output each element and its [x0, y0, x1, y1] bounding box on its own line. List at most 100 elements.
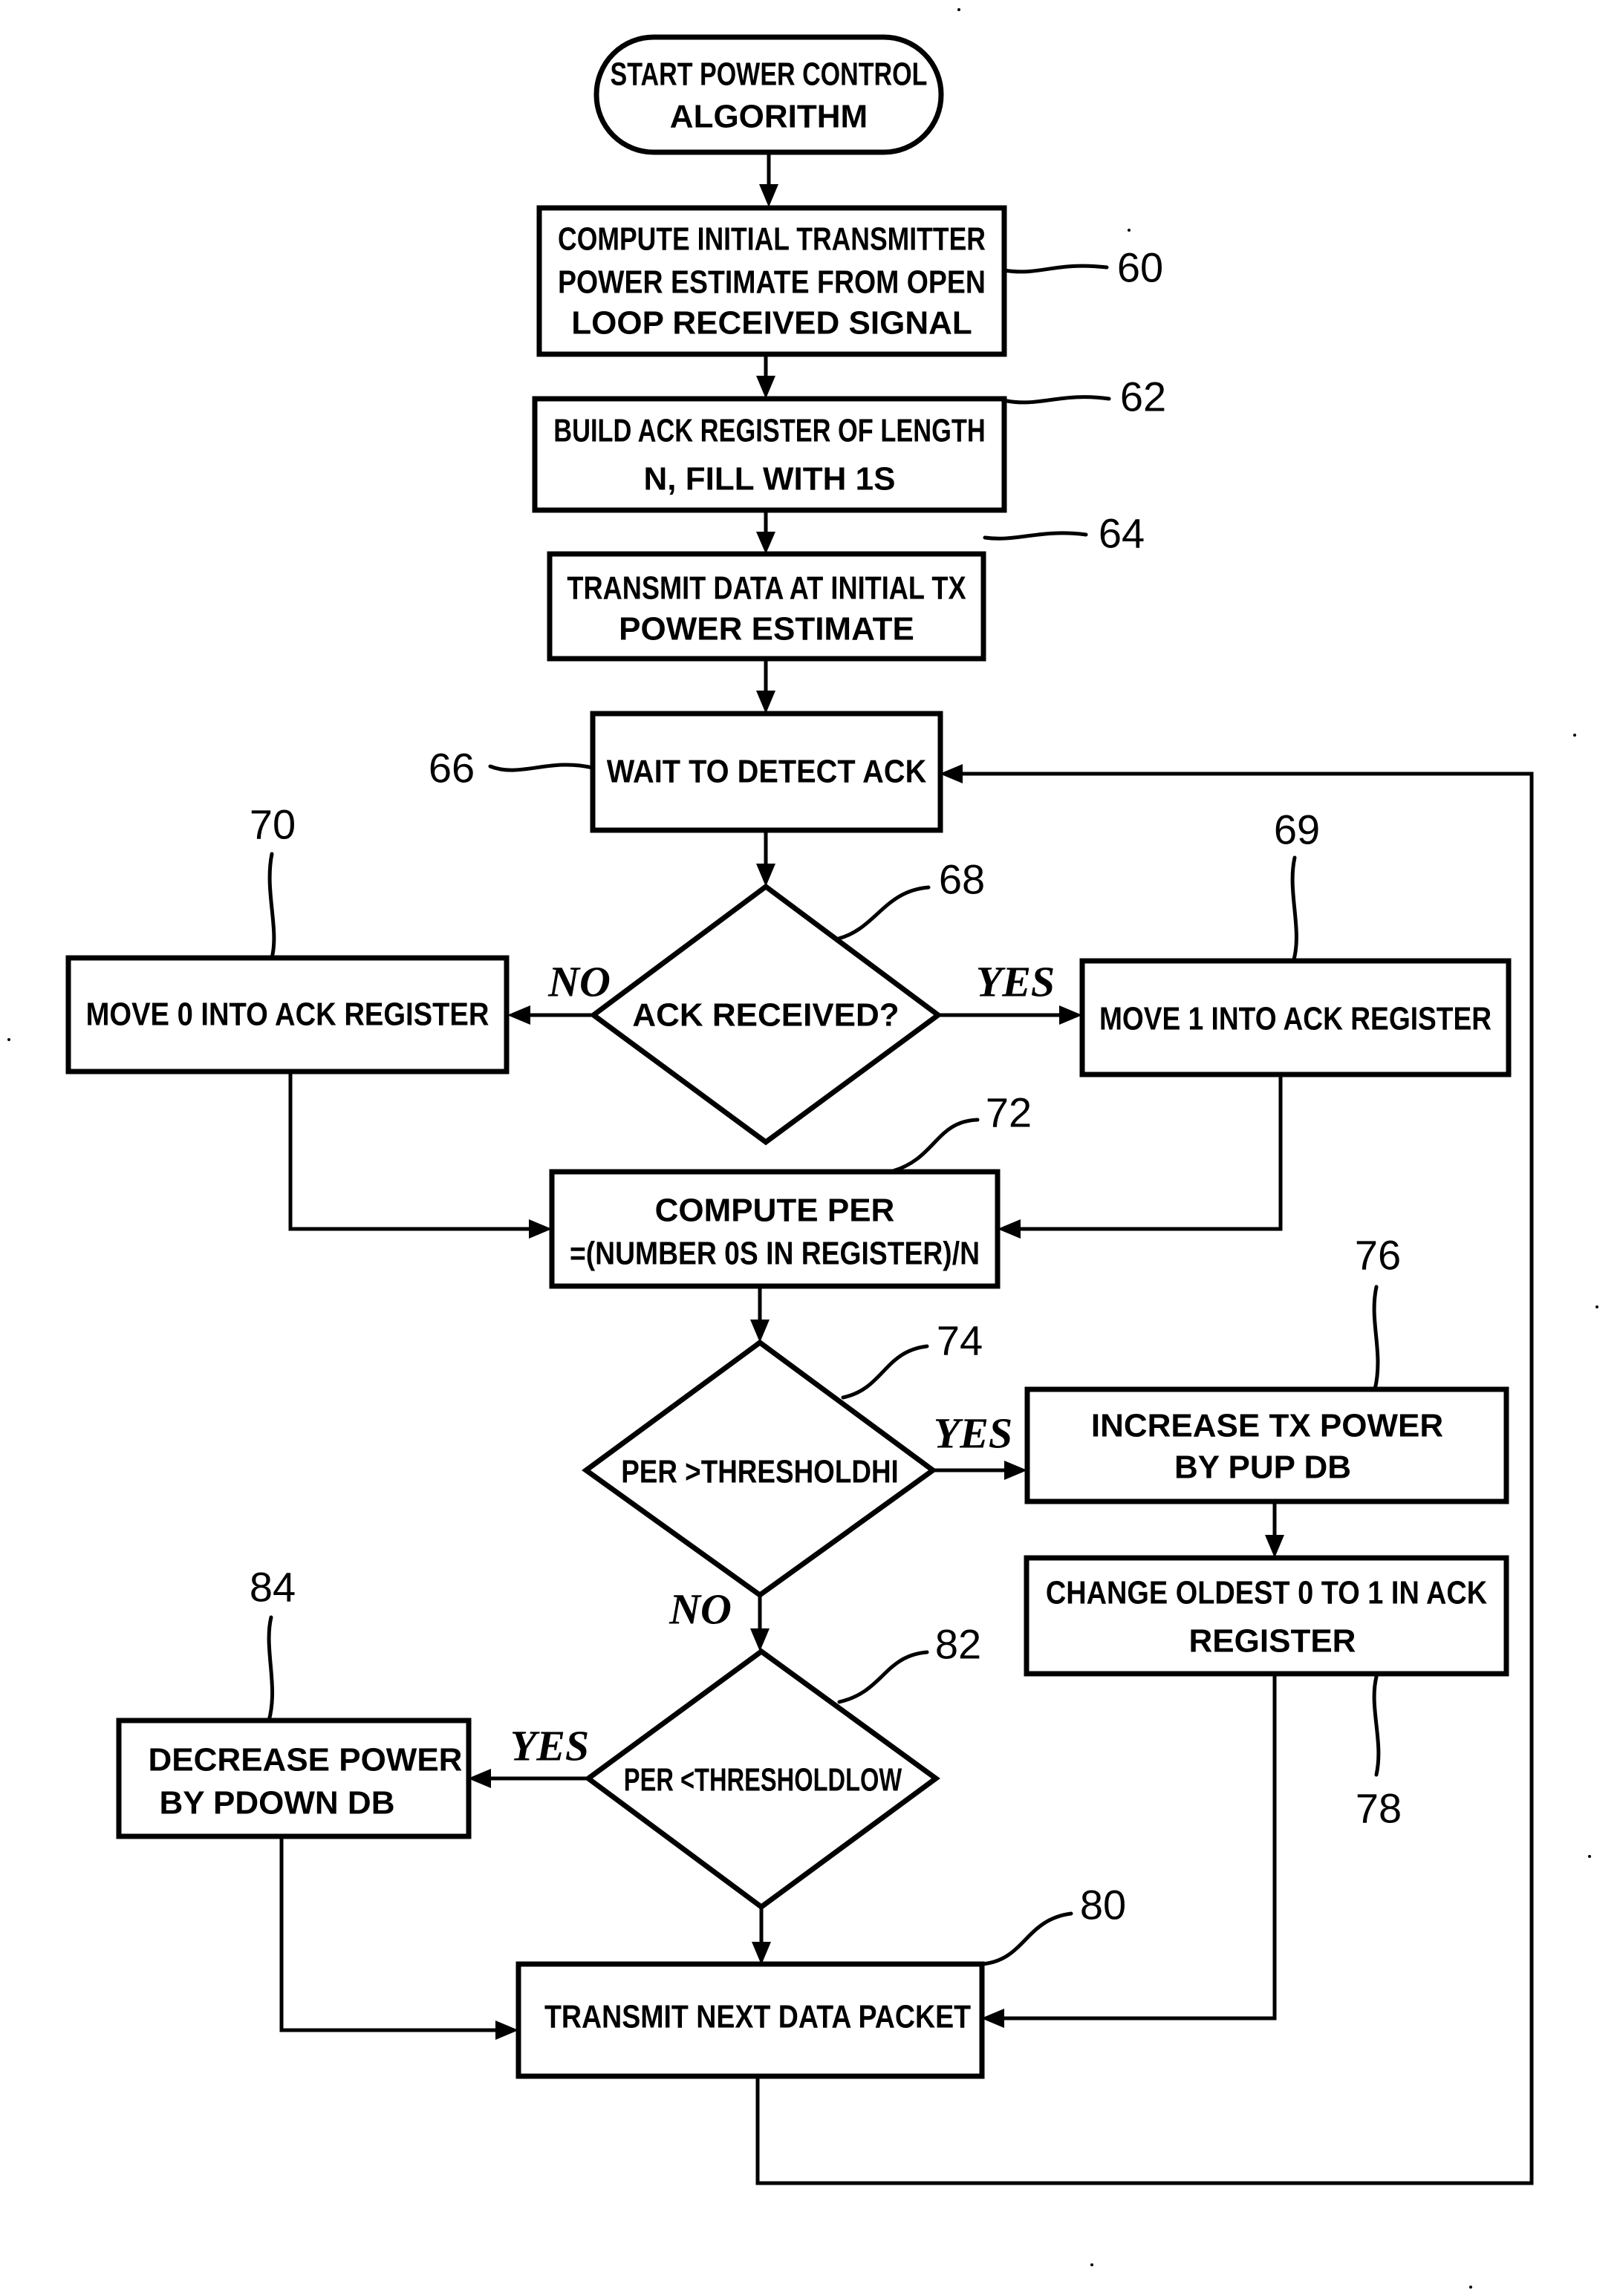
ref-60: 60 — [1117, 244, 1163, 291]
ref-68: 68 — [939, 856, 985, 903]
leader-76 — [1372, 1285, 1380, 1392]
ref-72: 72 — [986, 1089, 1032, 1136]
node-66-line-1: WAIT TO DETECT ACK — [607, 754, 927, 790]
speck — [1090, 2263, 1093, 2266]
node-72-line-2: =(NUMBER 0S IN REGISTER)/N — [570, 1236, 980, 1272]
node-62-line-1: BUILD ACK REGISTER OF LENGTH — [553, 413, 985, 449]
ref-74: 74 — [937, 1317, 983, 1364]
arrowhead-down-icon — [759, 184, 778, 207]
ref-84: 84 — [250, 1564, 296, 1611]
arrowhead-down-icon — [756, 376, 775, 399]
node-start-line-1: START POWER CONTROL — [611, 56, 928, 93]
node-64-line-1: TRANSMIT DATA AT INITIAL TX — [567, 570, 966, 607]
node-74[interactable]: PER >THRESHOLDHI — [582, 1339, 937, 1599]
edge-70-to-72 — [288, 1072, 530, 1231]
arrowhead-right-icon — [495, 2021, 518, 2040]
node-start-line-2: ALGORITHM — [670, 99, 868, 135]
node-74-line-1: PER >THRESHOLDHI — [621, 1454, 899, 1490]
arrowhead-left-icon — [998, 1219, 1021, 1239]
leader-82 — [837, 1650, 929, 1704]
node-78-line-2: REGISTER — [1189, 1623, 1356, 1660]
node-78[interactable]: CHANGE OLDEST 0 TO 1 IN ACK REGISTER — [1024, 1555, 1509, 1677]
node-70[interactable]: MOVE 0 INTO ACK REGISTER — [65, 955, 510, 1074]
arrowhead-down-icon — [750, 1628, 770, 1651]
ref-70: 70 — [250, 801, 296, 848]
node-80-line-1: TRANSMIT NEXT DATA PACKET — [544, 1999, 971, 2035]
node-84-line-2: BY PDOWN DB — [160, 1785, 395, 1822]
node-76[interactable]: INCREASE TX POWER BY PUP DB — [1024, 1386, 1509, 1504]
arrowhead-down-icon — [750, 1320, 770, 1343]
arrowhead-left-icon — [940, 764, 963, 783]
node-68[interactable]: ACK RECEIVED? — [589, 883, 943, 1146]
ref-80: 80 — [1080, 1882, 1126, 1928]
speck — [1128, 229, 1131, 232]
node-60-line-1: COMPUTE INITIAL TRANSMITTER — [558, 221, 986, 258]
node-66[interactable]: WAIT TO DETECT ACK — [590, 711, 943, 833]
node-84[interactable]: DECREASE POWER BY PDOWN DB — [116, 1718, 472, 1839]
node-64[interactable]: TRANSMIT DATA AT INITIAL TX POWER ESTIMA… — [547, 551, 986, 662]
leader-64 — [983, 531, 1088, 541]
node-62-line-2: N, FILL WITH 1S — [644, 461, 896, 498]
leader-70 — [267, 852, 276, 960]
node-69[interactable]: MOVE 1 INTO ACK REGISTER — [1079, 958, 1512, 1077]
node-82[interactable]: PER <THRESHOLDLOW — [584, 1648, 940, 1911]
node-84-line-1: DECREASE POWER — [149, 1742, 463, 1778]
speck — [1469, 2286, 1472, 2289]
branch-label-68-yes: YES — [976, 958, 1055, 1006]
arrowhead-right-icon — [1059, 1005, 1082, 1025]
leader-72 — [891, 1118, 980, 1173]
edge-69-to-72 — [1019, 1074, 1283, 1231]
node-60-line-2: POWER ESTIMATE FROM OPEN — [558, 264, 986, 301]
node-60-line-3: LOOP RECEIVED SIGNAL — [571, 305, 972, 342]
branch-label-74-yes: YES — [934, 1409, 1012, 1458]
node-70-line-1: MOVE 0 INTO ACK REGISTER — [86, 997, 489, 1033]
node-69-line-1: MOVE 1 INTO ACK REGISTER — [1099, 1001, 1491, 1037]
leader-74 — [841, 1344, 929, 1400]
arrowhead-left-icon — [468, 1769, 491, 1788]
node-60[interactable]: COMPUTE INITIAL TRANSMITTER POWER ESTIMA… — [536, 205, 1007, 357]
leader-84 — [267, 1615, 275, 1723]
branch-label-82-yes: YES — [510, 1722, 589, 1770]
node-72[interactable]: COMPUTE PER =(NUMBER 0S IN REGISTER)/N — [549, 1169, 1001, 1289]
node-68-line-1: ACK RECEIVED? — [632, 997, 899, 1034]
leader-78 — [1372, 1674, 1381, 1777]
node-start[interactable]: START POWER CONTROL ALGORITHM — [593, 34, 944, 155]
ref-76: 76 — [1355, 1232, 1401, 1279]
node-72-line-1: COMPUTE PER — [655, 1193, 895, 1229]
branch-label-68-no: NO — [547, 958, 611, 1006]
edge-84-to-80 — [279, 1836, 497, 2032]
speck — [1588, 1855, 1591, 1858]
leader-69 — [1290, 855, 1298, 962]
ref-78: 78 — [1356, 1785, 1402, 1832]
power-control-flowchart: START POWER CONTROL ALGORITHM COMPUTE IN… — [7, 8, 1598, 2289]
node-64-line-2: POWER ESTIMATE — [619, 611, 914, 648]
ref-62: 62 — [1120, 374, 1166, 420]
edge-78-to-80 — [1003, 1674, 1277, 2021]
leader-62 — [1005, 395, 1111, 405]
leader-60 — [1002, 264, 1109, 274]
arrowhead-down-icon — [1265, 1535, 1284, 1558]
arrowhead-down-icon — [752, 1942, 771, 1965]
speck — [7, 1038, 10, 1041]
node-82-line-1: PER <THRESHOLDLOW — [624, 1762, 902, 1798]
node-76-line-1: INCREASE TX POWER — [1091, 1408, 1443, 1444]
ref-64: 64 — [1099, 510, 1145, 557]
speck — [957, 8, 960, 11]
start-terminal[interactable] — [593, 34, 944, 155]
ref-82: 82 — [935, 1621, 981, 1668]
node-80[interactable]: TRANSMIT NEXT DATA PACKET — [515, 1961, 985, 2079]
ref-69: 69 — [1274, 806, 1320, 853]
leader-80 — [980, 1911, 1073, 1966]
leader-68 — [836, 885, 931, 941]
arrowhead-left-icon — [981, 2009, 1004, 2028]
arrowhead-down-icon — [756, 691, 775, 714]
arrowhead-right-icon — [529, 1219, 552, 1239]
branch-label-74-no: NO — [669, 1585, 732, 1634]
ref-66: 66 — [429, 745, 475, 792]
speck — [1595, 1305, 1598, 1308]
node-76-line-2: BY PUP DB — [1174, 1449, 1351, 1486]
speck — [1573, 734, 1576, 737]
arrowhead-down-icon — [756, 864, 775, 887]
arrowhead-right-icon — [1004, 1461, 1027, 1480]
node-62[interactable]: BUILD ACK REGISTER OF LENGTH N, FILL WIT… — [532, 396, 1007, 513]
